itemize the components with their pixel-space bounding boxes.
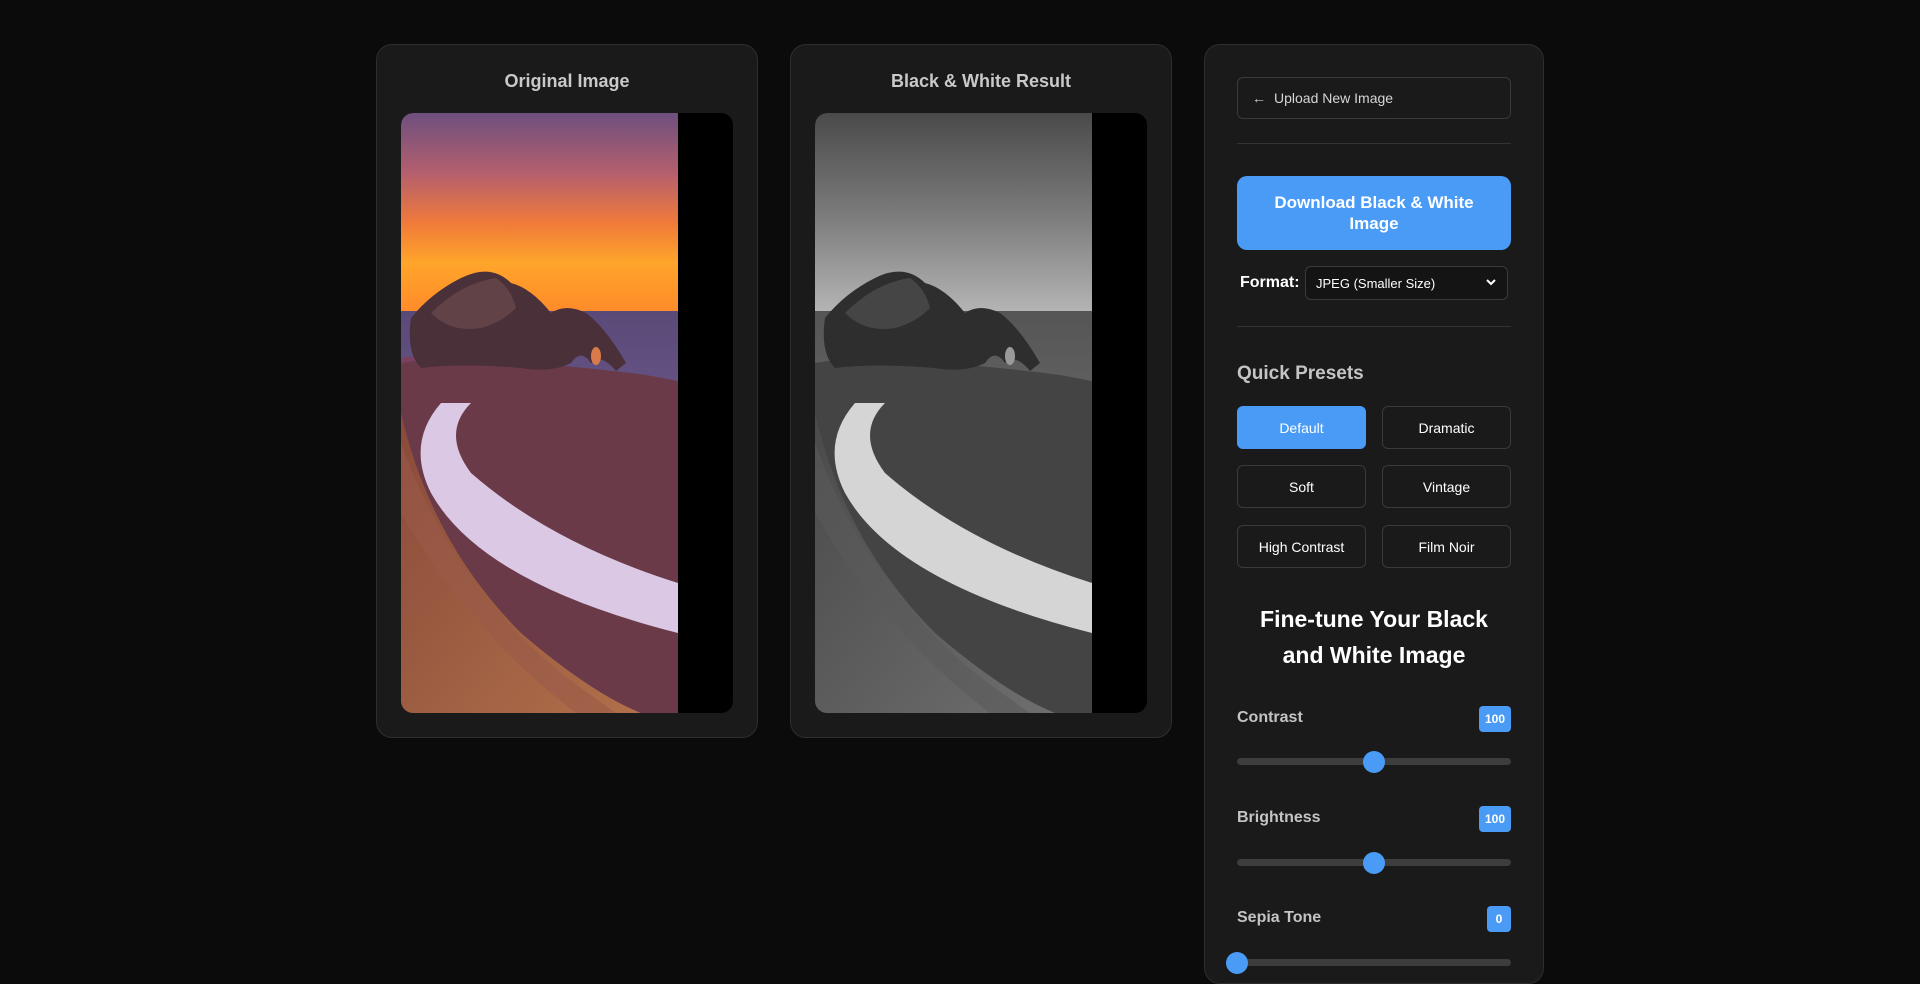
divider [1237,143,1511,144]
brightness-slider[interactable] [1237,851,1511,874]
divider [1237,326,1511,327]
upload-new-image-button[interactable]: ← Upload New Image [1237,77,1511,119]
preset-label: Vintage [1422,478,1471,495]
contrast-value-badge: 100 [1478,706,1511,732]
preset-label: Default [1279,419,1324,436]
fine-tune-title: Fine-tune Your Black and White Image [1260,606,1488,668]
download-button[interactable]: Download Black & White Image [1237,176,1511,250]
upload-label: Upload New Image [1274,90,1394,106]
preset-film-noir-button[interactable]: Film Noir [1382,525,1511,568]
sepia-tone-label: Sepia Tone [1237,909,1322,926]
contrast-slider[interactable] [1237,750,1511,773]
preset-high-contrast-button[interactable]: High Contrast [1237,525,1366,568]
format-label: Format: [1240,274,1300,291]
original-image-frame [401,113,733,713]
brightness-value-badge: 100 [1478,806,1511,832]
format-select-value: JPEG (Smaller Size) [1316,275,1436,291]
preset-default-button[interactable]: Default [1237,406,1366,449]
result-image [815,113,1092,713]
sepia-tone-slider-thumb[interactable] [1226,951,1248,974]
format-select[interactable]: JPEG (Smaller Size) [1305,266,1508,300]
result-image-frame [815,113,1147,713]
result-image-title: Black & White Result [890,71,1072,91]
brightness-label: Brightness [1237,809,1321,826]
sepia-tone-slider[interactable] [1226,951,1511,974]
preset-dramatic-button[interactable]: Dramatic [1382,406,1511,449]
quick-presets-title: Quick Presets [1237,363,1364,384]
preset-label: High Contrast [1258,538,1345,555]
preset-label: Dramatic [1418,419,1475,436]
chevron-down-icon [1486,279,1496,286]
arrow-left-icon: ← [1252,90,1266,106]
preset-label: Soft [1289,478,1314,495]
preset-soft-button[interactable]: Soft [1237,465,1366,508]
sepia-tone-value-badge: 0 [1487,906,1511,932]
original-image-title: Original Image [504,71,630,91]
controls-panel: ← Upload New Image Download Black & Whit… [1204,44,1544,984]
original-image [401,113,678,713]
original-image-panel: Original Image [376,44,758,738]
result-image-panel: Black & White Result [790,44,1172,738]
brightness-slider-thumb[interactable] [1363,851,1385,874]
preset-label: Film Noir [1418,538,1475,555]
contrast-slider-thumb[interactable] [1363,750,1385,773]
contrast-label: Contrast [1237,709,1303,726]
preset-vintage-button[interactable]: Vintage [1382,465,1511,508]
